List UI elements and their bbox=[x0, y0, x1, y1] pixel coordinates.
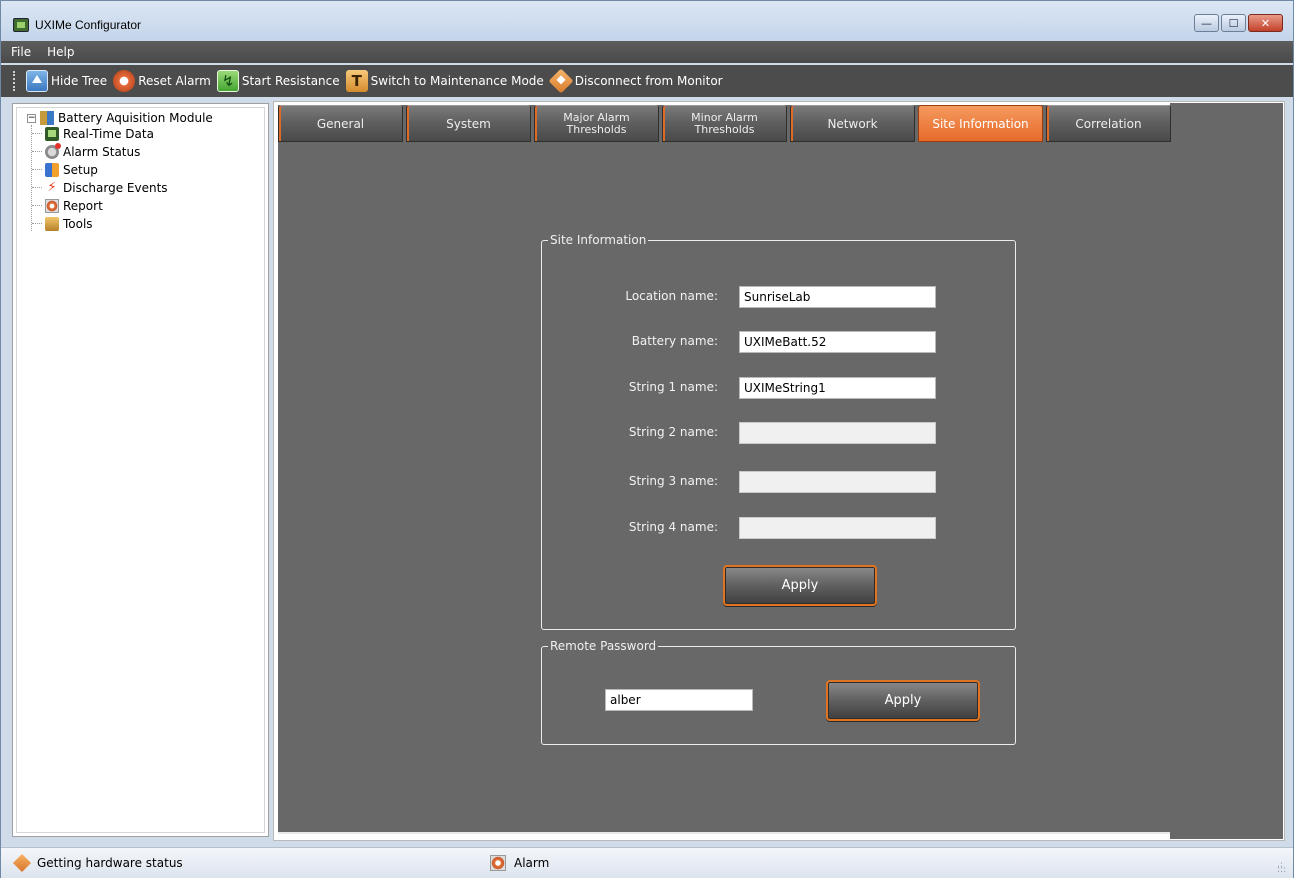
string-1-name-input[interactable] bbox=[739, 377, 936, 399]
tree-children: Real-Time Data Alarm Status Setup ⚡ Disc… bbox=[31, 125, 168, 231]
tab-label-line-2: Thresholds bbox=[566, 122, 627, 136]
title-bar[interactable]: UXIMe Configurator — ☐ ✕ bbox=[1, 1, 1293, 41]
hardware-status-icon bbox=[12, 853, 32, 873]
toolbar: Hide Tree Reset Alarm Start Resistance S… bbox=[1, 65, 1293, 97]
menu-bar: File Help bbox=[1, 41, 1293, 63]
tab-label: General bbox=[316, 116, 365, 131]
content-underline bbox=[278, 832, 1170, 834]
start-resistance-button[interactable]: Start Resistance bbox=[216, 70, 340, 92]
tab-label: Network bbox=[827, 116, 878, 131]
status-bar: Getting hardware status Alarm .:::: bbox=[1, 847, 1293, 878]
tree-item-label: Discharge Events bbox=[63, 180, 168, 195]
reset-alarm-button[interactable]: Reset Alarm bbox=[113, 70, 211, 92]
minimize-button[interactable]: — bbox=[1194, 14, 1219, 32]
disconnect-label: Disconnect from Monitor bbox=[574, 74, 723, 88]
navigation-tree: − Battery Aquisition Module Real-Time Da… bbox=[12, 103, 269, 837]
tab-site-information[interactable]: Site Information bbox=[918, 105, 1043, 142]
maximize-icon: ☐ bbox=[1228, 17, 1239, 30]
string-2-name-label: String 2 name: bbox=[628, 425, 718, 439]
string-3-name-input[interactable] bbox=[739, 471, 936, 493]
tab-bar: General System Major Alarm Thresholds Min… bbox=[278, 105, 1171, 142]
tree-item-label: Tools bbox=[63, 216, 93, 231]
realtime-data-icon bbox=[45, 126, 59, 141]
resize-grip-icon[interactable]: .:::: bbox=[1277, 861, 1287, 875]
tab-label: Major Alarm Thresholds bbox=[563, 111, 629, 136]
tab-general[interactable]: General bbox=[278, 105, 403, 142]
disconnect-button[interactable]: Disconnect from Monitor bbox=[548, 68, 723, 94]
reset-alarm-label: Reset Alarm bbox=[138, 74, 211, 88]
battery-name-input[interactable] bbox=[739, 331, 936, 353]
resistance-icon bbox=[216, 70, 239, 92]
hide-tree-icon bbox=[26, 70, 48, 92]
alarm-status-icon bbox=[45, 142, 61, 159]
battery-name-label: Battery name: bbox=[631, 334, 718, 348]
tab-label: System bbox=[446, 116, 491, 131]
apply-label: Apply bbox=[884, 693, 922, 708]
site-info-apply-button[interactable]: Apply bbox=[723, 565, 877, 606]
maintenance-mode-button[interactable]: Switch to Maintenance Mode bbox=[345, 70, 544, 92]
apply-label: Apply bbox=[781, 578, 819, 593]
tree-item-label: Alarm Status bbox=[63, 144, 141, 159]
site-information-title: Site Information bbox=[548, 232, 649, 248]
tree-item-tools[interactable]: Tools bbox=[32, 215, 93, 232]
menu-help[interactable]: Help bbox=[47, 45, 74, 59]
disconnect-icon bbox=[548, 68, 574, 94]
tab-label: Minor Alarm Thresholds bbox=[691, 111, 758, 136]
tree-root-label: Battery Aquisition Module bbox=[58, 111, 213, 125]
string-4-name-input[interactable] bbox=[739, 517, 936, 539]
string-4-name-label: String 4 name: bbox=[628, 520, 718, 534]
app-icon bbox=[13, 18, 29, 32]
location-name-input[interactable] bbox=[739, 286, 936, 308]
remote-password-input[interactable] bbox=[605, 689, 753, 711]
tree-item-label: Real-Time Data bbox=[63, 126, 154, 141]
tree-item-report[interactable]: Report bbox=[32, 197, 103, 214]
tree-item-label: Setup bbox=[63, 162, 98, 177]
tree-item-label: Report bbox=[63, 198, 103, 213]
tree-item-discharge-events[interactable]: ⚡ Discharge Events bbox=[32, 179, 168, 196]
tab-major-alarm-thresholds[interactable]: Major Alarm Thresholds bbox=[534, 105, 659, 142]
content-side-panel bbox=[1170, 103, 1283, 839]
reset-alarm-icon bbox=[113, 70, 136, 92]
collapse-icon[interactable]: − bbox=[27, 113, 36, 123]
window-title: UXIMe Configurator bbox=[35, 18, 142, 32]
tree-item-real-time-data[interactable]: Real-Time Data bbox=[32, 125, 154, 142]
menu-file[interactable]: File bbox=[11, 45, 31, 59]
report-icon bbox=[45, 198, 59, 213]
tree-root-item[interactable]: − Battery Aquisition Module bbox=[27, 111, 213, 125]
window-controls: — ☐ ✕ bbox=[1194, 14, 1283, 32]
setup-icon bbox=[45, 162, 59, 177]
maximize-button[interactable]: ☐ bbox=[1221, 14, 1246, 32]
hide-tree-label: Hide Tree bbox=[51, 74, 108, 88]
tab-correlation[interactable]: Correlation bbox=[1046, 105, 1171, 142]
alarm-icon bbox=[490, 855, 506, 871]
start-resistance-label: Start Resistance bbox=[241, 74, 340, 88]
tree-item-setup[interactable]: Setup bbox=[32, 161, 98, 178]
close-icon: ✕ bbox=[1260, 17, 1271, 30]
remote-password-title: Remote Password bbox=[548, 638, 659, 654]
tab-label: Site Information bbox=[932, 116, 1029, 131]
toolbar-grip[interactable] bbox=[13, 71, 16, 91]
password-apply-button[interactable]: Apply bbox=[826, 680, 980, 721]
toolbox-icon bbox=[45, 216, 59, 231]
alarm-status-text: Alarm bbox=[514, 856, 550, 870]
hide-tree-button[interactable]: Hide Tree bbox=[26, 70, 107, 92]
app-window: UXIMe Configurator — ☐ ✕ File Help Hide … bbox=[0, 0, 1294, 878]
minimize-icon: — bbox=[1201, 17, 1212, 30]
tab-minor-alarm-thresholds[interactable]: Minor Alarm Thresholds bbox=[662, 105, 787, 142]
string-1-name-label: String 1 name: bbox=[628, 380, 718, 394]
tab-system[interactable]: System bbox=[406, 105, 531, 142]
maintenance-mode-label: Switch to Maintenance Mode bbox=[370, 74, 544, 88]
battery-module-icon bbox=[40, 111, 54, 125]
maintenance-icon bbox=[345, 70, 368, 92]
tab-network[interactable]: Network bbox=[790, 105, 915, 142]
tree-item-alarm-status[interactable]: Alarm Status bbox=[32, 142, 141, 160]
lightning-icon: ⚡ bbox=[47, 179, 57, 195]
location-name-label: Location name: bbox=[625, 289, 718, 303]
string-3-name-label: String 3 name: bbox=[628, 474, 718, 488]
string-2-name-input[interactable] bbox=[739, 422, 936, 444]
close-button[interactable]: ✕ bbox=[1248, 14, 1283, 32]
tab-label: Correlation bbox=[1075, 116, 1142, 131]
tab-label-line-2: Thresholds bbox=[694, 122, 755, 136]
hardware-status-text: Getting hardware status bbox=[37, 856, 183, 870]
